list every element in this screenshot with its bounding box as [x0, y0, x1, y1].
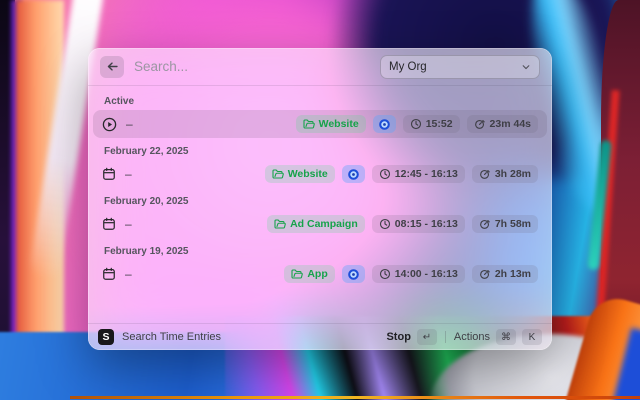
stopwatch-icon: [479, 218, 491, 230]
return-key-icon[interactable]: ↵: [416, 329, 437, 345]
footer-divider: [444, 331, 446, 343]
chevron-down-icon: [521, 62, 531, 72]
calendar-icon: [102, 267, 116, 281]
duration-badge-label: 23m 44s: [489, 118, 531, 130]
entry-badges: App 14:00 - 16:13 2h 13m: [284, 265, 538, 283]
clock-icon: [410, 118, 422, 130]
client-logo-icon: [347, 268, 360, 281]
client-logo-icon: [347, 168, 360, 181]
project-badge: Website: [264, 165, 335, 183]
project-badge: Ad Campaign: [267, 215, 365, 233]
duration-badge: 2h 13m: [471, 265, 538, 283]
project-badge-label: Website: [287, 168, 328, 180]
arrow-left-icon: [106, 60, 119, 73]
entry-row[interactable]: – Ad Campaign 08:15 - 16:13 7h 58m: [93, 210, 547, 238]
folder-icon: [303, 118, 315, 130]
project-badge-label: App: [307, 268, 328, 280]
actions-button[interactable]: Actions: [454, 331, 490, 343]
duration-badge: 23m 44s: [466, 115, 538, 133]
play-icon: [102, 117, 117, 132]
stopwatch-icon: [479, 268, 491, 280]
duration-badge-label: 3h 28m: [494, 168, 531, 180]
project-badge: Website: [295, 115, 366, 133]
time-badge-label: 08:15 - 16:13: [394, 218, 458, 230]
duration-badge-label: 7h 58m: [494, 218, 531, 230]
org-selector[interactable]: My Org: [380, 54, 540, 79]
time-badge: 08:15 - 16:13: [371, 215, 465, 233]
clock-icon: [379, 268, 391, 280]
time-badge-label: 15:52: [425, 118, 453, 130]
back-button[interactable]: [100, 55, 124, 78]
project-badge-label: Website: [318, 118, 359, 130]
entry-row[interactable]: – Website 15:52 23m 44s: [93, 110, 547, 138]
clock-icon: [379, 168, 391, 180]
entry-badges: Ad Campaign 08:15 - 16:13 7h 58m: [267, 215, 538, 233]
client-badge: [341, 265, 365, 283]
stopwatch-icon: [474, 118, 486, 130]
time-badge-label: 12:45 - 16:13: [394, 168, 458, 180]
entry-title: –: [125, 167, 132, 181]
client-badge: [372, 115, 396, 133]
command-key-icon[interactable]: ⌘: [496, 329, 516, 345]
footer-command-title: Search Time Entries: [122, 331, 222, 343]
section-label: Active: [104, 96, 135, 107]
org-selector-value: My Org: [389, 60, 427, 73]
folder-icon: [291, 268, 304, 280]
footer-bar: S Search Time Entries Stop ↵ Actions ⌘ K: [88, 323, 552, 350]
calendar-icon: [102, 167, 116, 181]
section-label: February 22, 2025: [104, 146, 189, 157]
time-badge: 12:45 - 16:13: [371, 165, 465, 183]
entry-row[interactable]: – Website 12:45 - 16:13 3h 28m: [93, 160, 547, 188]
entry-list: Active – Website 15:52 23m 44s February …: [88, 86, 552, 323]
entry-row[interactable]: – App 14:00 - 16:13 2h 13m: [93, 260, 547, 288]
duration-badge: 7h 58m: [471, 215, 538, 233]
search-input[interactable]: [134, 59, 370, 74]
folder-icon: [272, 168, 284, 180]
time-badge: 15:52: [402, 115, 460, 133]
stopwatch-icon: [479, 168, 491, 180]
app-logo: S: [98, 329, 114, 345]
section-label: February 20, 2025: [104, 196, 189, 207]
project-badge: App: [284, 265, 335, 283]
stop-button[interactable]: Stop: [386, 331, 410, 343]
footer-actions: Stop ↵ Actions ⌘ K: [386, 329, 542, 345]
entry-title: –: [126, 117, 133, 131]
client-logo-icon: [378, 118, 391, 131]
entry-badges: Website 15:52 23m 44s: [295, 115, 538, 133]
search-window: My Org Active – Website: [88, 48, 552, 350]
entry-title: –: [125, 267, 132, 281]
time-badge-label: 14:00 - 16:13: [394, 268, 458, 280]
clock-icon: [379, 218, 391, 230]
duration-badge-label: 2h 13m: [494, 268, 531, 280]
duration-badge: 3h 28m: [471, 165, 538, 183]
project-badge-label: Ad Campaign: [290, 218, 358, 230]
time-badge: 14:00 - 16:13: [371, 265, 465, 283]
entry-badges: Website 12:45 - 16:13 3h 28m: [264, 165, 538, 183]
search-bar: My Org: [88, 48, 552, 85]
calendar-icon: [102, 217, 116, 231]
client-badge: [341, 165, 365, 183]
section-label: February 19, 2025: [104, 246, 189, 257]
folder-icon: [274, 218, 286, 230]
entry-title: –: [125, 217, 132, 231]
k-key-icon[interactable]: K: [522, 329, 542, 345]
